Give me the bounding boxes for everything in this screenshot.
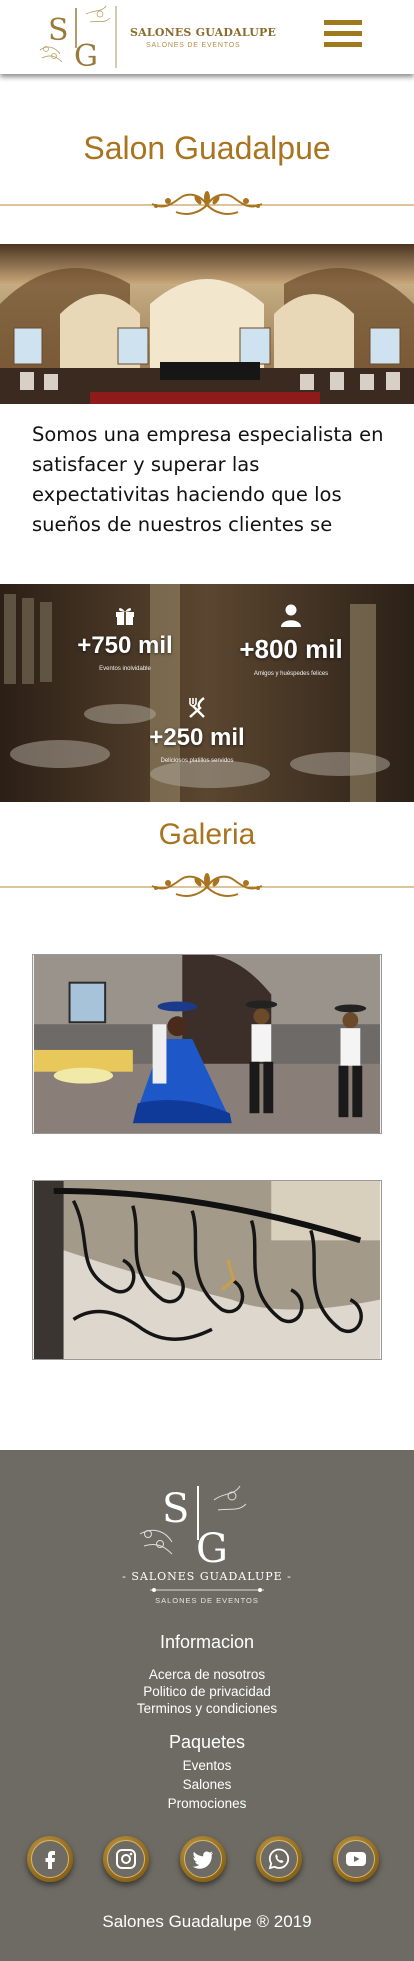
footer-link-about[interactable]: Acerca de nosotros [0,1667,414,1682]
ornament-divider [0,873,414,897]
footer-brand-divider [150,1588,264,1592]
whatsapp-icon[interactable] [256,1836,302,1882]
gallery-title: Galeria [158,818,256,851]
footer-subtitle: SALONES DE EVENTOS [155,1596,259,1605]
svg-text:G: G [74,39,98,70]
footer-link-terms[interactable]: Terminos y condiciones [0,1701,414,1716]
stats-banner: +750 mil Eventos inolvidable +800 mil Am… [0,584,414,802]
page-title: Salon Guadalpue [83,130,331,166]
footer-link-events[interactable]: Eventos [0,1758,414,1773]
footer-packages-heading: Paquetes [168,1732,246,1752]
user-icon [281,604,301,627]
svg-text:S: S [162,1486,189,1532]
footer-link-promotions[interactable]: Promociones [0,1796,414,1811]
site-header: S G SALONES GUADALUPE SALONES DE EVENTOS [0,0,414,74]
hero-ballroom-image [0,244,414,404]
facebook-icon[interactable] [27,1836,73,1882]
stat-events: +750 mil Eventos inolvidable [60,604,190,672]
stat-label: Amigos y huéspedes felices [253,671,329,677]
stat-guests: +800 mil Amigos y huéspedes felices [226,604,356,677]
instagram-icon[interactable] [103,1836,149,1882]
hamburger-menu-icon[interactable] [324,20,364,50]
ornament-divider [0,191,414,215]
stat-value: +750 mil [77,632,173,659]
youtube-icon[interactable] [333,1836,379,1882]
twitter-icon[interactable] [180,1836,226,1882]
brand-subtitle: SALONES DE EVENTOS [146,42,241,49]
intro-paragraph: Somos una empresa especialista en satisf… [32,423,384,536]
gift-icon [116,608,134,625]
footer-brand: - SALONES GUADALUPE - [122,1570,292,1583]
copyright-text: Salones Guadalupe ® 2019 [102,1912,312,1931]
stat-label: Deliciosos platillos servidos [160,758,234,764]
stat-dishes: +250 mil Deliciosos platillos servidos [132,696,262,764]
footer-info-heading: Informacion [159,1632,255,1652]
svg-text:G: G [196,1526,228,1572]
gallery-image-dancers[interactable] [32,954,382,1134]
stat-label: Eventos inolvidable [99,666,151,672]
monogram-logo: S G [39,5,117,70]
footer-link-privacy[interactable]: Politico de privacidad [0,1684,414,1699]
gallery-image-staircase[interactable] [32,1180,382,1360]
footer-link-salons[interactable]: Salones [0,1777,414,1792]
utensils-icon [189,697,205,718]
brand-name: SALONES GUADALUPE [130,26,277,39]
stat-value: +250 mil [149,724,245,751]
brand-logo[interactable]: S G SALONES GUADALUPE SALONES DE EVENTOS [38,4,276,70]
stat-value: +800 mil [239,634,343,664]
svg-text:S: S [48,13,69,48]
